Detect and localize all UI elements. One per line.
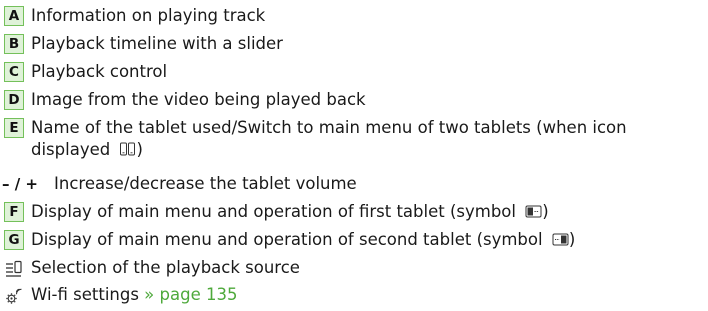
legend-text-e-line2-start: displayed xyxy=(31,140,111,159)
legend-text-f-end: ) xyxy=(542,202,549,221)
legend-text-d: Image from the video being played back xyxy=(31,90,366,109)
legend-text-g: Display of main menu and operation of se… xyxy=(31,229,575,251)
legend-key-b: B xyxy=(4,34,24,54)
legend-key-c: C xyxy=(4,62,24,82)
legend-item-e: E Name of the tablet used/Switch to main… xyxy=(0,117,708,161)
wifi-settings-icon xyxy=(6,288,22,304)
legend-text-e-line1: Name of the tablet used/Switch to main m… xyxy=(31,118,627,137)
legend-text-f: Display of main menu and operation of fi… xyxy=(31,201,549,223)
legend-text-e-line2-end: ) xyxy=(136,140,143,159)
legend-key-a: A xyxy=(4,6,24,26)
legend-text-f-main: Display of main menu and operation of fi… xyxy=(31,202,516,221)
legend-key-f: F xyxy=(4,202,24,222)
legend-text-volume: Increase/decrease the tablet volume xyxy=(54,174,357,193)
legend-text-a: Information on playing track xyxy=(31,6,266,25)
wifi-settings-label: Wi-fi settings xyxy=(31,285,145,304)
two-tablets-icon xyxy=(120,142,136,156)
legend-text-e-line2: displayed ) xyxy=(31,139,143,161)
page-reference-link[interactable]: » page 135 xyxy=(144,285,237,304)
legend-text-playback-source: Selection of the playback source xyxy=(31,258,300,277)
legend-text-b: Playback timeline with a slider xyxy=(31,34,283,53)
legend-text-g-end: ) xyxy=(568,230,576,249)
legend-key-volume: – / + xyxy=(2,175,38,193)
tablet-right-icon xyxy=(552,233,569,246)
legend-key-e: E xyxy=(4,118,24,138)
legend-key-d: D xyxy=(4,90,24,110)
tablet-left-icon xyxy=(525,205,542,218)
legend-key-g: G xyxy=(4,230,24,250)
legend-text-g-main: Display of main menu and operation of se… xyxy=(31,230,543,249)
playback-source-icon xyxy=(6,260,22,277)
legend-text-c: Playback control xyxy=(31,62,168,81)
legend-text-wifi-settings: Wi-fi settings » page 135 xyxy=(31,284,237,306)
